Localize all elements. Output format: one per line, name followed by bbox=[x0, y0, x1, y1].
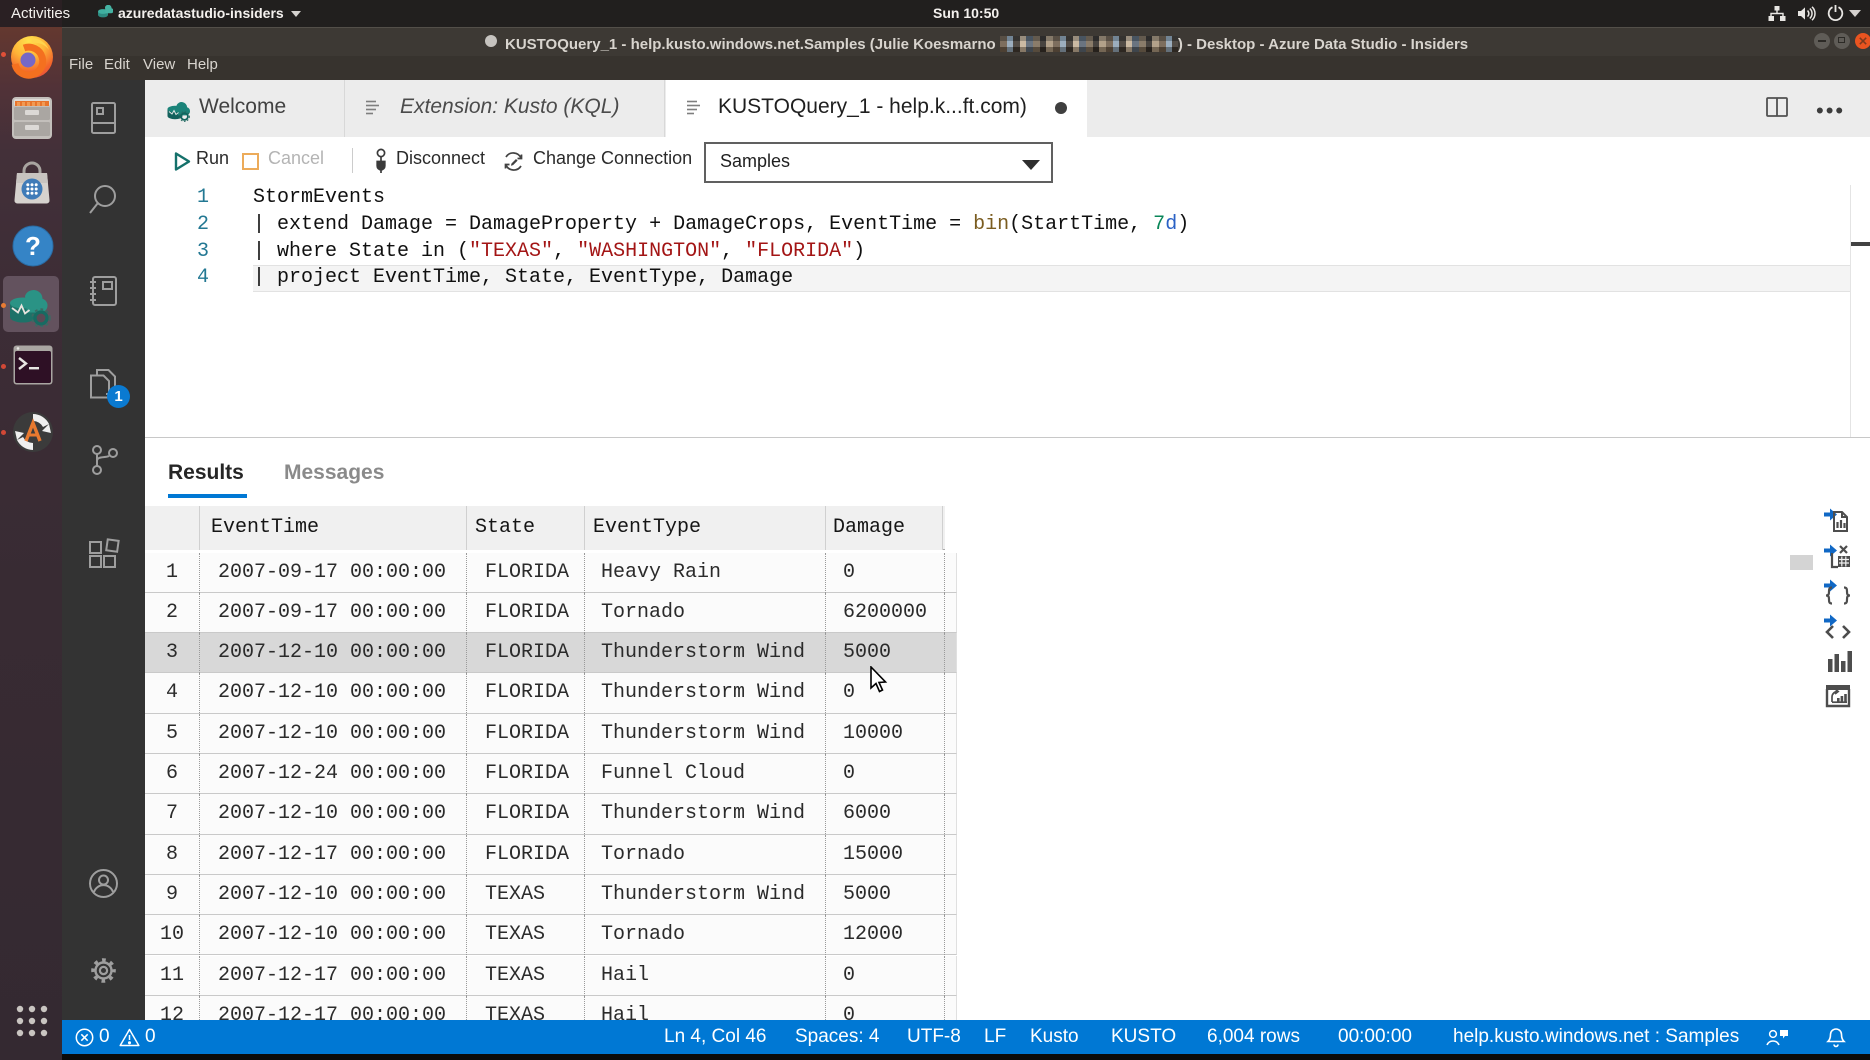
svg-text:?: ? bbox=[25, 231, 41, 261]
